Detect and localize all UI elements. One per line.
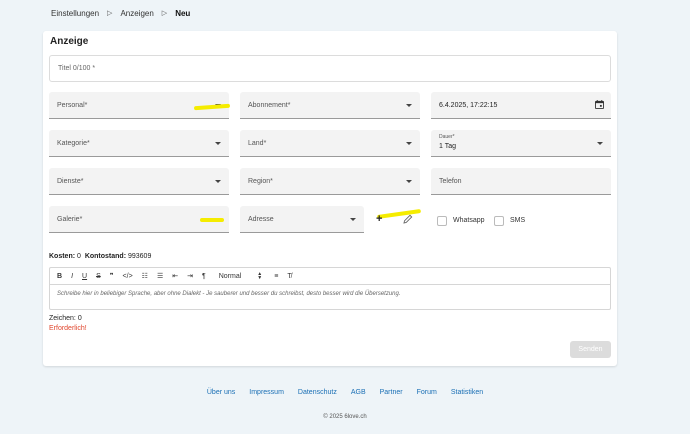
chevron-down-icon: [215, 180, 221, 183]
telefon-label: Telefon: [439, 178, 462, 185]
char-count-value: 0: [77, 315, 82, 322]
footer-link-ueber-uns[interactable]: Über uns: [207, 389, 235, 396]
dienste-label: Dienste*: [57, 178, 84, 185]
breadcrumb-separator-icon: ▷: [161, 10, 168, 17]
footer-link-statistiken[interactable]: Statistiken: [451, 389, 483, 396]
chevron-down-icon: [406, 104, 412, 107]
chevron-down-icon: [597, 142, 603, 145]
dauer-select[interactable]: Dauer* 1 Tag: [431, 130, 611, 157]
sms-label: SMS: [510, 217, 526, 224]
telefon-input[interactable]: Telefon: [431, 168, 611, 195]
chevron-down-icon: [406, 142, 412, 145]
format-select[interactable]: Normal ▲ ▼: [218, 271, 263, 281]
datetime-input[interactable]: 6.4.2025, 17:22:15: [431, 92, 611, 119]
adresse-select[interactable]: Adresse: [240, 206, 364, 233]
code-icon[interactable]: </>: [123, 273, 133, 280]
breadcrumb-item-anzeigen[interactable]: Anzeigen: [120, 9, 153, 18]
format-value: Normal: [218, 272, 242, 280]
outdent-icon[interactable]: ⇤: [172, 272, 178, 280]
whatsapp-label: Whatsapp: [453, 217, 485, 224]
abonnement-label: Abonnement*: [248, 102, 291, 109]
adresse-label: Adresse: [248, 216, 274, 223]
whatsapp-checkbox[interactable]: [437, 216, 447, 226]
char-count-label: Zeichen:: [49, 315, 76, 322]
dauer-label: Dauer*: [439, 134, 455, 140]
sms-checkbox[interactable]: [494, 216, 504, 226]
send-button[interactable]: Senden: [570, 341, 611, 358]
chevron-down-icon: [350, 218, 356, 221]
chevron-down-icon: [406, 180, 412, 183]
copyright: © 2025 6love.ch: [323, 414, 367, 420]
footer-links: Über uns Impressum Datenschutz AGB Partn…: [0, 389, 690, 396]
breadcrumb-item-neu: Neu: [175, 8, 191, 18]
align-icon[interactable]: ≡: [274, 273, 278, 280]
chevron-down-icon: [215, 142, 221, 145]
breadcrumb-item-einstellungen[interactable]: Einstellungen: [51, 9, 99, 18]
footer-link-impressum[interactable]: Impressum: [249, 389, 284, 396]
ordered-list-icon[interactable]: ☷: [142, 272, 148, 280]
highlight-mark: [376, 208, 422, 220]
region-label: Region*: [248, 178, 273, 185]
kategorie-label: Kategorie*: [57, 140, 90, 147]
calendar-icon[interactable]: [595, 100, 604, 109]
dauer-value: 1 Tag: [439, 143, 456, 150]
ad-form-card: Anzeige Titel 0/100 * Personal* Abonneme…: [43, 31, 617, 366]
edit-address-icon[interactable]: [403, 214, 413, 224]
bold-button[interactable]: B: [57, 273, 62, 280]
abonnement-select[interactable]: Abonnement*: [240, 92, 420, 119]
land-label: Land*: [248, 140, 267, 147]
breadcrumb-separator-icon: ▷: [107, 10, 113, 17]
italic-button[interactable]: I: [71, 273, 73, 280]
description-editor: B I U S ❞ </> ☷ ☰ ⇤ ⇥ ¶ Normal ▲ ▼ ≡ T̸ S…: [49, 267, 611, 310]
footer-link-datenschutz[interactable]: Datenschutz: [298, 389, 337, 396]
kontostand-label: Kontostand:: [84, 253, 127, 260]
quote-icon[interactable]: ❞: [110, 272, 114, 280]
datetime-value: 6.4.2025, 17:22:15: [439, 102, 498, 109]
kosten-label: Kosten:: [49, 253, 76, 260]
indent-icon[interactable]: ⇥: [187, 272, 193, 280]
text-direction-icon[interactable]: ¶: [202, 273, 206, 280]
land-select[interactable]: Land*: [240, 130, 420, 157]
kontostand-value: 993609: [127, 253, 152, 260]
breadcrumb: Einstellungen ▷ Anzeigen ▷ Neu: [51, 7, 190, 19]
editor-toolbar: B I U S ❞ </> ☷ ☰ ⇤ ⇥ ¶ Normal ▲ ▼ ≡ T̸: [50, 268, 610, 285]
strike-button[interactable]: S: [96, 273, 101, 280]
editor-textarea[interactable]: Schreibe hier in beliebiger Sprache, abe…: [50, 285, 610, 303]
galerie-label: Galerie*: [57, 216, 83, 223]
highlight-mark: [200, 218, 224, 222]
updown-icon: ▲ ▼: [257, 271, 263, 281]
add-address-icon[interactable]: +: [376, 214, 382, 225]
char-count: Zeichen: 0: [49, 315, 82, 322]
region-select[interactable]: Region*: [240, 168, 420, 195]
bullet-list-icon[interactable]: ☰: [157, 272, 163, 280]
title-input[interactable]: Titel 0/100 *: [49, 55, 611, 82]
dienste-select[interactable]: Dienste*: [49, 168, 229, 195]
personal-label: Personal*: [57, 102, 88, 109]
footer-link-forum[interactable]: Forum: [417, 389, 437, 396]
footer-link-partner[interactable]: Partner: [380, 389, 403, 396]
kategorie-select[interactable]: Kategorie*: [49, 130, 229, 157]
required-message: Erforderlich!: [49, 325, 87, 332]
kosten-value: 0: [77, 253, 81, 260]
costs-line: Kosten: 0 Kontostand: 993609: [49, 253, 151, 260]
clear-format-icon[interactable]: T̸: [287, 273, 291, 280]
underline-button[interactable]: U: [82, 273, 87, 280]
footer-link-agb[interactable]: AGB: [351, 389, 366, 396]
card-title: Anzeige: [50, 36, 89, 47]
